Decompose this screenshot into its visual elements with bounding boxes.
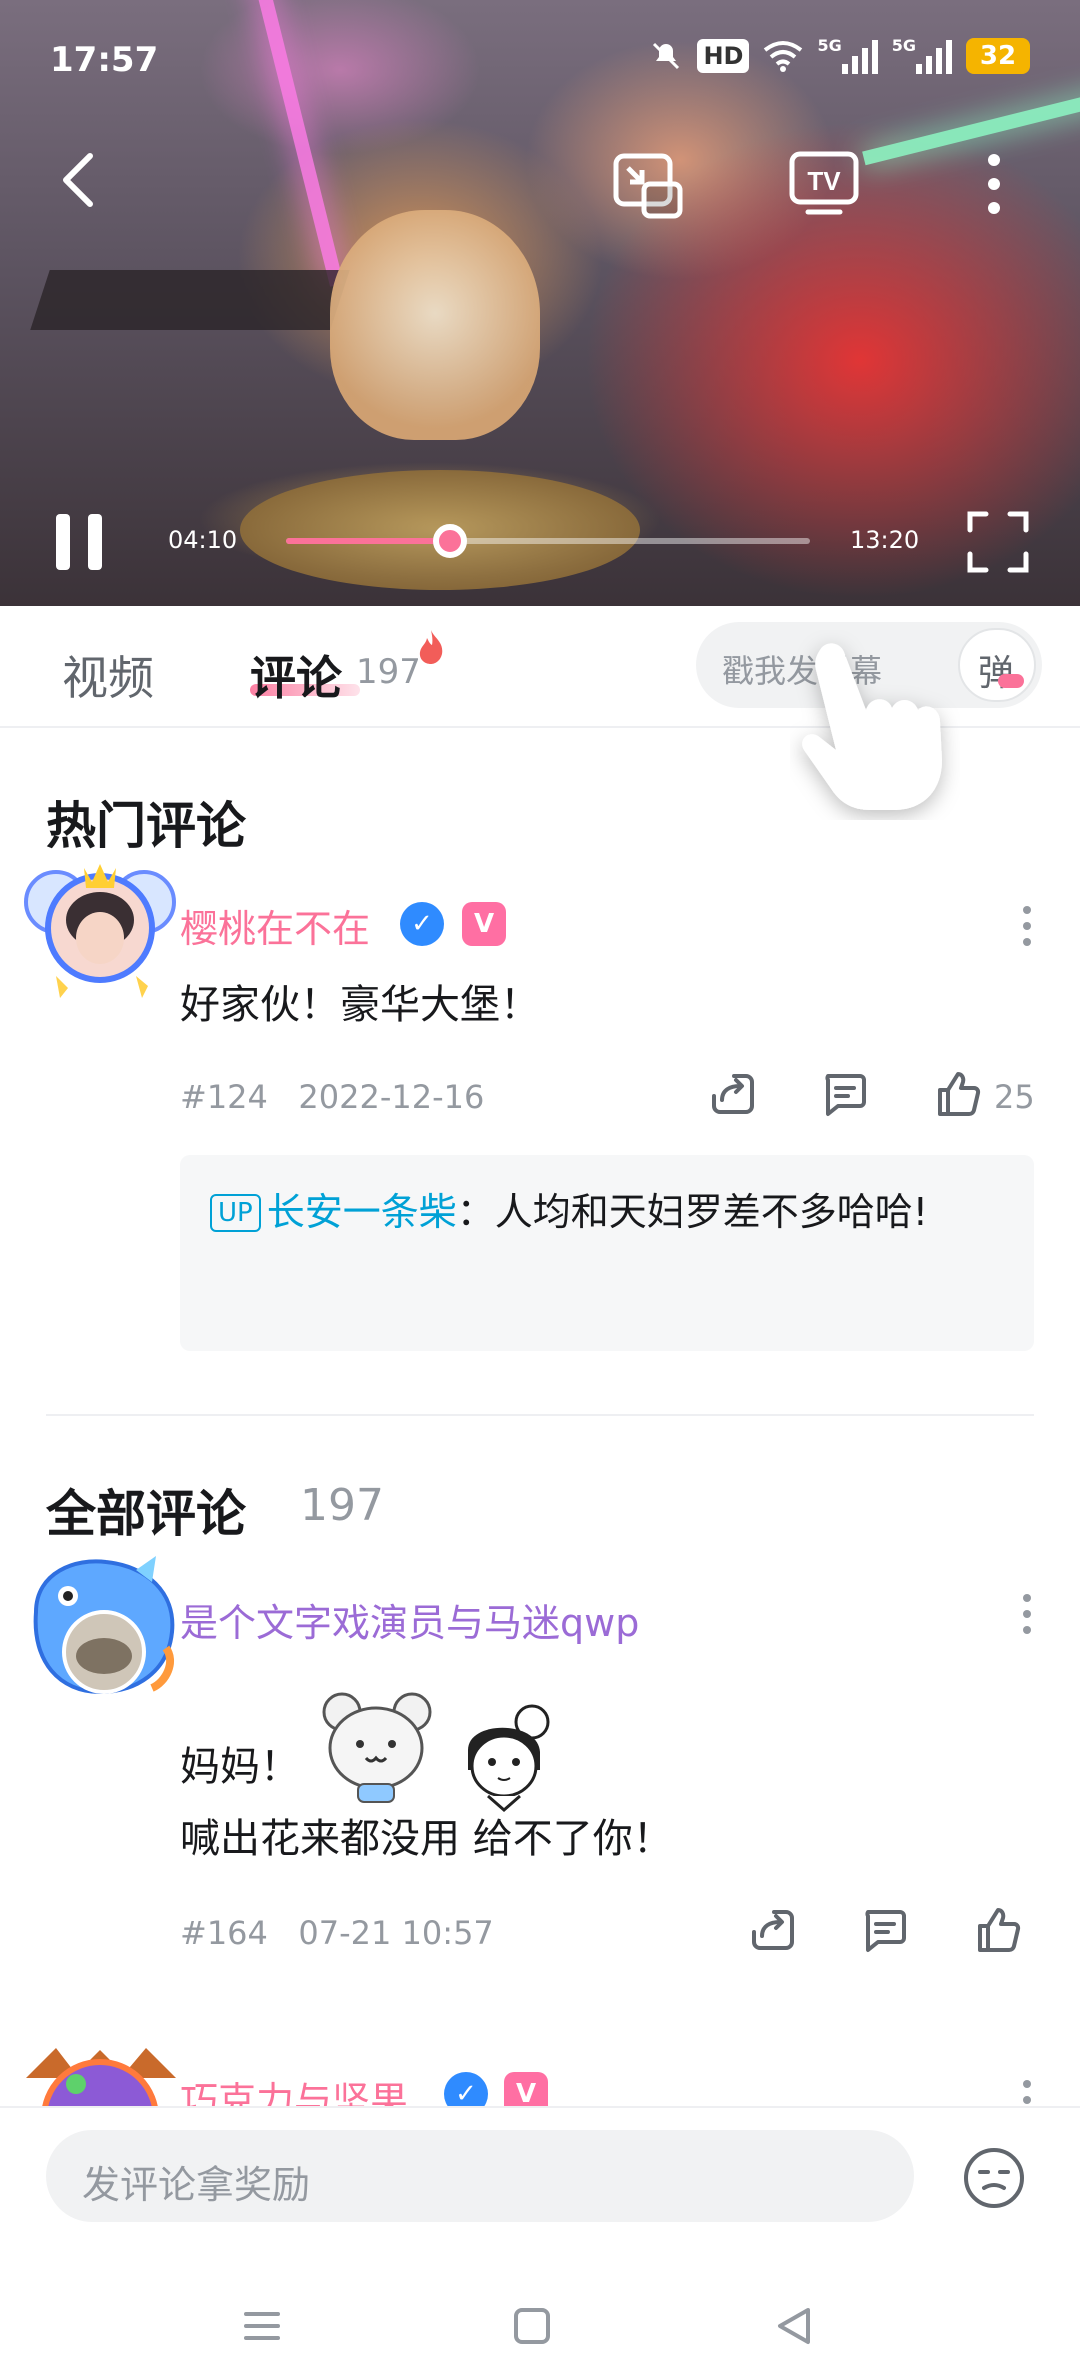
video-player[interactable]: 17:57 HD 5G 5G 32 TV 04:10 13:20 [0, 0, 1080, 606]
video-frame-dog [330, 210, 540, 440]
network-type: 5G [891, 36, 916, 55]
avatar[interactable] [16, 858, 176, 998]
pause-icon[interactable] [56, 514, 106, 570]
more-options-icon[interactable] [1018, 906, 1036, 956]
network-type: 5G [817, 36, 842, 55]
hand-pointer-icon [790, 630, 960, 824]
hd-icon: HD [697, 39, 750, 73]
share-icon[interactable] [708, 1070, 756, 1118]
comment-username[interactable]: 是个文字戏演员与马迷qwp [180, 1592, 639, 1647]
reply-content: UP 长安一条柴：人均和天妇罗差不多哈哈! [210, 1179, 1010, 1245]
up-tag: UP [210, 1194, 261, 1232]
comment-username[interactable]: 樱桃在不在 [180, 898, 370, 953]
svg-text:TV: TV [807, 166, 841, 196]
progress-handle[interactable] [432, 524, 467, 558]
like-icon[interactable] [934, 1070, 982, 1118]
avatar[interactable] [16, 2038, 176, 2106]
comment-meta: #124 2022-12-16 [180, 1078, 484, 1116]
flame-icon [416, 628, 446, 670]
status-time: 17:57 [50, 40, 159, 80]
avatar[interactable] [16, 1552, 176, 1695]
comment-date: 07-21 10:57 [298, 1914, 494, 1952]
comment-text: 好家伙！豪华大堡！ [180, 982, 540, 1028]
tab-comments-count: 197 [356, 652, 421, 692]
tv-icon[interactable]: TV [788, 150, 860, 222]
comment-composer-bar: 发评论拿奖励 [0, 2106, 1080, 2376]
home-icon[interactable] [512, 2306, 552, 2350]
system-icons: HD 5G 5G 32 [649, 36, 1030, 76]
share-icon[interactable] [748, 1906, 796, 1954]
current-time: 04:10 [168, 526, 238, 554]
comment-floor: #164 [180, 1914, 268, 1952]
status-bar: 17:57 HD 5G 5G 32 [0, 0, 1080, 120]
sticker-girl-icon [448, 1700, 560, 1816]
player-controls: 04:10 13:20 [0, 500, 1080, 580]
tab-video[interactable]: 视频 [62, 642, 154, 708]
reply-icon[interactable] [820, 1070, 868, 1118]
more-options-icon[interactable] [1018, 1594, 1036, 1644]
signal-icon: 5G [892, 36, 952, 76]
emoji-icon[interactable] [962, 2146, 1026, 2210]
all-comments-title: 全部评论 [46, 1485, 246, 1543]
like-icon[interactable] [974, 1906, 1022, 1954]
total-time: 13:20 [850, 526, 920, 554]
mute-icon [649, 36, 683, 76]
comment-date: 2022-12-16 [298, 1078, 485, 1116]
comment-text-line: 喊出花来都没用 给不了你！ [180, 1816, 673, 1862]
comment-floor: #124 [180, 1078, 268, 1116]
comment-input[interactable]: 发评论拿奖励 [46, 2130, 914, 2222]
danmaku-toggle-indicator [998, 674, 1024, 688]
wifi-icon [763, 36, 803, 76]
danmaku-toggle-button[interactable]: 弹 [958, 628, 1036, 702]
battery-icon: 32 [966, 38, 1030, 74]
signal-icon: 5G [817, 36, 878, 76]
back-nav-icon[interactable] [774, 2306, 814, 2350]
pip-icon[interactable] [612, 152, 684, 224]
progress-bar[interactable] [286, 524, 810, 558]
system-nav-bar [0, 2288, 1080, 2376]
sticker-bear-icon [316, 1686, 436, 1810]
verified-badge-icon: ✓ [400, 902, 444, 946]
comment-meta: #164 07-21 10:57 [180, 1914, 494, 1952]
video-frame-shelf [30, 270, 350, 330]
comment-input-placeholder: 发评论拿奖励 [82, 2163, 311, 2207]
back-icon[interactable] [58, 150, 98, 214]
reply-icon[interactable] [860, 1906, 908, 1954]
all-comments-count: 197 [300, 1480, 384, 1531]
more-icon[interactable] [986, 152, 1002, 220]
reply-text: 人均和天妇罗差不多哈哈! [494, 1190, 928, 1234]
section-divider [46, 1414, 1034, 1416]
like-count: 25 [994, 1078, 1035, 1116]
danmaku-toggle-label: 弹 [978, 653, 1015, 694]
reply-separator: ： [456, 1190, 495, 1234]
fullscreen-icon[interactable] [966, 510, 1030, 574]
comment-text-line: 妈妈！ [180, 1744, 300, 1790]
reply-username[interactable]: 长安一条柴 [267, 1190, 457, 1234]
up-reply-preview[interactable]: UP 长安一条柴：人均和天妇罗差不多哈哈! [180, 1155, 1034, 1351]
vip-badge-icon: V [462, 902, 506, 946]
more-options-icon[interactable] [1018, 2080, 1036, 2106]
tab-comments[interactable]: 评论 [250, 642, 342, 708]
menu-icon[interactable] [242, 2306, 282, 2350]
progress-fill [286, 538, 450, 544]
hot-comments-title: 热门评论 [46, 797, 246, 855]
